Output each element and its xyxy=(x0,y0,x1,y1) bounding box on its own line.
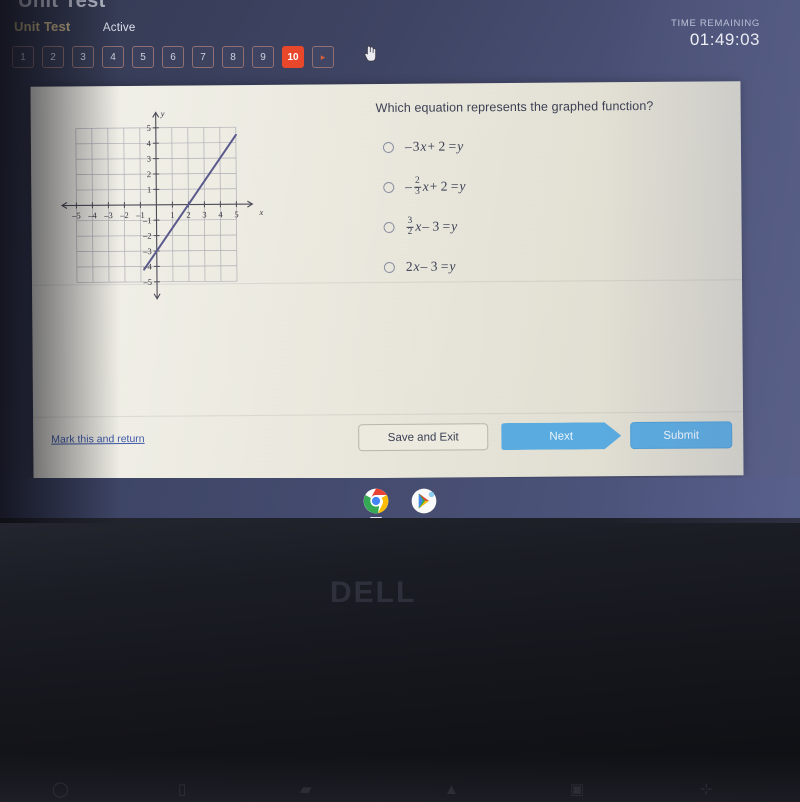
timer: TIME REMAINING 01:49:03 xyxy=(671,18,760,50)
svg-text:5: 5 xyxy=(147,123,151,133)
svg-text:–1: –1 xyxy=(142,215,152,225)
question-prompt: Which equation represents the graphed fu… xyxy=(375,98,654,116)
radio-button-a[interactable] xyxy=(382,141,394,153)
radio-button-d[interactable] xyxy=(383,261,395,273)
answer-option-d[interactable]: 2x – 3 = y xyxy=(383,249,714,282)
card-footer: Mark this and return Save and Exit Next … xyxy=(33,409,743,481)
svg-text:y: y xyxy=(160,108,165,118)
question-number-nav[interactable]: 1 2 3 4 5 6 7 8 9 10 ▸ xyxy=(12,46,334,68)
mark-this-and-return-link[interactable]: Mark this and return xyxy=(51,433,144,446)
svg-text:–4: –4 xyxy=(87,210,97,220)
answer-equation-d: 2x – 3 = y xyxy=(405,258,456,274)
timer-value: 01:49:03 xyxy=(689,30,760,49)
keyboard-shadow: ◯ ▯ ▰ ▲ ▣ ⊹ xyxy=(0,754,800,802)
answer-options[interactable]: –3 x + 2 = y –2 3 x + 2 = y 32x – 3 = y 2x – 3… xyxy=(382,129,714,292)
svg-text:5: 5 xyxy=(234,209,238,219)
svg-text:2: 2 xyxy=(147,169,151,179)
cut-off-window-title: Unit Test xyxy=(18,0,106,12)
play-store-icon[interactable] xyxy=(411,488,437,514)
question-number-1[interactable]: 1 xyxy=(12,46,34,68)
chrome-icon[interactable] xyxy=(363,488,389,519)
question-number-6[interactable]: 6 xyxy=(162,46,184,68)
answer-option-a[interactable]: –3 x + 2 = y xyxy=(382,129,713,162)
answer-option-b[interactable]: –2 3 x + 2 = y xyxy=(383,169,713,202)
question-number-10[interactable]: 10 xyxy=(282,46,304,68)
answer-equation-c: 32x – 3 = y xyxy=(406,215,458,238)
taskbar xyxy=(0,478,800,523)
svg-text:4: 4 xyxy=(218,209,223,219)
svg-text:–5: –5 xyxy=(142,277,152,287)
photo-of-screen: Unit Test Unit Test Active TIME REMAININ… xyxy=(0,0,800,802)
svg-text:1: 1 xyxy=(170,210,174,220)
svg-text:–3: –3 xyxy=(142,246,152,256)
monitor-screen: Unit Test Unit Test Active TIME REMAININ… xyxy=(0,0,800,523)
monitor-bezel: DELL ◯ ▯ ▰ ▲ ▣ ⊹ xyxy=(0,518,800,802)
submit-button[interactable]: Submit xyxy=(630,421,733,450)
test-header-tabs: Unit Test Active xyxy=(14,18,135,36)
question-card: –5 –4 –3 –2 –1 1 2 3 4 5 5 4 3 2 1 –1 –2 –3 –4 –5 xy Which … xyxy=(30,81,744,481)
answer-equation-a: –3 x + 2 = y xyxy=(404,138,464,154)
save-and-exit-button[interactable]: Save and Exit xyxy=(358,423,489,452)
question-number-7[interactable]: 7 xyxy=(192,46,214,68)
answer-option-c[interactable]: 32x – 3 = y xyxy=(383,209,713,242)
svg-text:–2: –2 xyxy=(119,210,129,220)
question-number-9[interactable]: 9 xyxy=(252,46,274,68)
tab-unit-test[interactable]: Unit Test xyxy=(14,19,70,34)
question-number-5[interactable]: 5 xyxy=(132,46,154,68)
next-button[interactable]: Next xyxy=(501,422,621,450)
answer-equation-b: –2 3 x + 2 = y xyxy=(405,175,466,198)
question-number-2[interactable]: 2 xyxy=(42,46,64,68)
svg-text:–2: –2 xyxy=(142,231,152,241)
next-page-arrow-icon[interactable]: ▸ xyxy=(312,46,334,68)
radio-button-c[interactable] xyxy=(383,221,395,233)
dell-logo: DELL xyxy=(330,576,417,609)
svg-text:1: 1 xyxy=(147,184,151,194)
question-number-3[interactable]: 3 xyxy=(72,46,94,68)
function-graph: –5 –4 –3 –2 –1 1 2 3 4 554321–1–2–3–4–5 xy xyxy=(60,108,263,300)
svg-text:3: 3 xyxy=(147,154,151,164)
svg-text:x: x xyxy=(258,207,263,217)
timer-label: TIME REMAINING xyxy=(671,18,760,29)
svg-text:3: 3 xyxy=(202,209,206,219)
svg-text:2: 2 xyxy=(186,210,190,220)
hand-pointer-icon xyxy=(364,45,377,62)
radio-button-b[interactable] xyxy=(383,181,395,193)
question-number-8[interactable]: 8 xyxy=(222,46,244,68)
function-line xyxy=(143,133,237,271)
question-number-4[interactable]: 4 xyxy=(102,46,124,68)
svg-text:–5: –5 xyxy=(71,210,81,220)
status-badge-active: Active xyxy=(102,22,136,34)
svg-text:–3: –3 xyxy=(103,210,113,220)
